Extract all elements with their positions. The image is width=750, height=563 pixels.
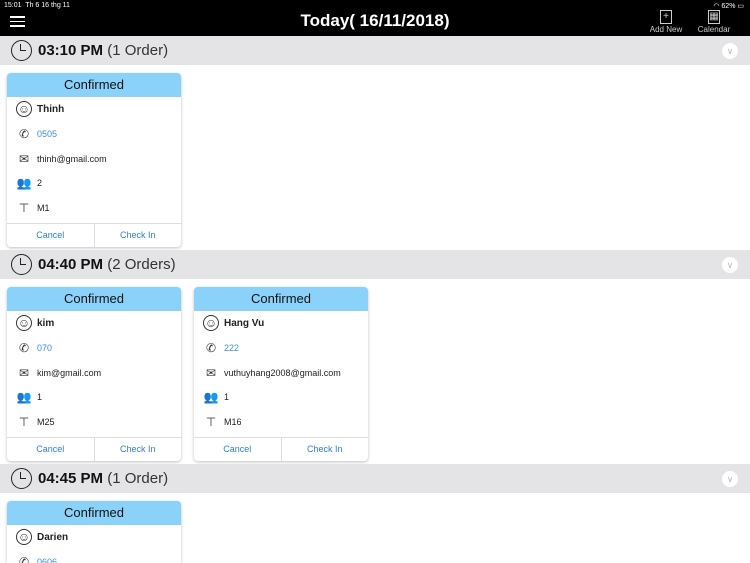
- phone-icon: ✆: [18, 127, 30, 142]
- email-icon: ✉: [18, 151, 30, 166]
- order-card: Confirmed ☺ Thinh ✆ 0505 ✉ thinh@gmail.com 👥…: [7, 73, 181, 247]
- table-icon: ⊤: [18, 415, 30, 430]
- customer-name: Hang Vu: [224, 317, 265, 329]
- check-in-button[interactable]: Check In: [93, 438, 182, 461]
- table-icon: ⊤: [18, 201, 30, 216]
- chevron-down-icon[interactable]: ∨: [722, 257, 738, 273]
- customer-name: Darien: [37, 531, 69, 543]
- order-status: Confirmed: [7, 501, 181, 525]
- clock-icon: [11, 254, 32, 275]
- battery-status: ◠ 62% ▭: [713, 2, 744, 10]
- date-text: Th 6 16 thg 11: [25, 2, 70, 9]
- table-icon: ⊤: [205, 415, 217, 430]
- add-new-button[interactable]: + Add New: [646, 10, 686, 34]
- calendar-icon: ▦: [708, 10, 720, 24]
- calendar-button[interactable]: ▦ Calendar: [694, 10, 734, 34]
- order-status: Confirmed: [7, 73, 181, 97]
- cancel-button[interactable]: Cancel: [7, 224, 94, 247]
- customer-phone[interactable]: 0606: [37, 557, 57, 563]
- customer-email: vuthuyhang2008@gmail.com: [224, 367, 341, 378]
- table-number: M25: [37, 417, 55, 428]
- order-status: Confirmed: [194, 287, 368, 311]
- status-time: 15:01 Th 6 16 thg 11: [4, 2, 70, 9]
- customer-phone[interactable]: 070: [37, 343, 52, 353]
- customer-name: kim: [37, 317, 55, 329]
- chevron-down-icon[interactable]: ∨: [722, 43, 738, 59]
- table-number: M16: [224, 417, 242, 428]
- top-bar: 15:01 Th 6 16 thg 11 ◠ 62% ▭ Today( 16/1…: [0, 0, 750, 36]
- add-new-label: Add New: [649, 25, 683, 34]
- customer-phone[interactable]: 222: [224, 343, 239, 353]
- group-time: 03:10 PM: [38, 42, 104, 59]
- group-time: 04:45 PM: [38, 470, 104, 487]
- person-icon: ☺: [16, 101, 32, 118]
- wifi-icon: ◠: [713, 3, 720, 10]
- phone-icon: ✆: [205, 341, 217, 356]
- guest-count: 1: [37, 392, 43, 403]
- person-icon: ☺: [16, 315, 32, 332]
- battery-icon: ▭: [737, 3, 744, 10]
- time-group-header[interactable]: 04:45 PM (1 Order) ∨: [0, 464, 750, 493]
- time-group-header[interactable]: 04:40 PM (2 Orders) ∨: [0, 250, 750, 279]
- guests-icon: 👥: [203, 390, 219, 405]
- group-order-count: (2 Orders): [107, 256, 176, 273]
- group-order-count: (1 Order): [107, 42, 169, 59]
- group-order-count: (1 Order): [107, 470, 169, 487]
- time-group-header[interactable]: 03:10 PM (1 Order) ∨: [0, 36, 750, 65]
- page-title: Today( 16/11/2018): [300, 11, 450, 30]
- add-icon: +: [660, 10, 672, 24]
- group-time: 04:40 PM: [38, 256, 104, 273]
- email-icon: ✉: [205, 365, 217, 380]
- clock-text: 15:01: [4, 2, 22, 9]
- customer-phone[interactable]: 0505: [37, 129, 57, 139]
- cancel-button[interactable]: Cancel: [194, 438, 281, 461]
- customer-email: thinh@gmail.com: [37, 153, 107, 164]
- email-icon: ✉: [18, 365, 30, 380]
- order-status: Confirmed: [7, 287, 181, 311]
- guest-count: 1: [224, 392, 230, 403]
- phone-icon: ✆: [18, 341, 30, 356]
- order-card: Confirmed ☺ kim ✆ 070 ✉ kim@gmail.com 👥 1 ⊤ M2…: [7, 287, 181, 461]
- chevron-down-icon[interactable]: ∨: [722, 471, 738, 487]
- guests-icon: 👥: [16, 176, 32, 191]
- customer-name: Thinh: [37, 103, 65, 115]
- cancel-button[interactable]: Cancel: [7, 438, 94, 461]
- guests-icon: 👥: [16, 390, 32, 405]
- order-card: Confirmed ☺ Hang Vu ✆ 222 ✉ vuthuyhang2008@g…: [194, 287, 368, 461]
- customer-email: kim@gmail.com: [37, 367, 102, 378]
- check-in-button[interactable]: Check In: [93, 224, 182, 247]
- order-card: Confirmed ☺ Darien ✆ 0606: [7, 501, 181, 563]
- battery-text: 62%: [721, 3, 736, 10]
- clock-icon: [11, 468, 32, 489]
- person-icon: ☺: [203, 315, 219, 332]
- person-icon: ☺: [16, 529, 32, 546]
- guest-count: 2: [37, 178, 43, 189]
- check-in-button[interactable]: Check In: [280, 438, 369, 461]
- table-number: M1: [37, 203, 50, 214]
- calendar-label: Calendar: [697, 25, 731, 34]
- clock-icon: [11, 40, 32, 61]
